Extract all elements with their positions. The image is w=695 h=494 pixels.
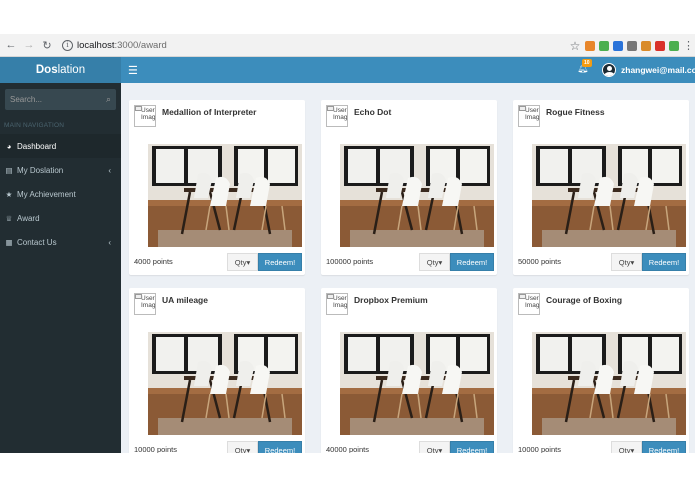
back-icon[interactable]: ← xyxy=(4,38,18,52)
sidebar-search: ⌕ xyxy=(5,89,116,110)
sidebar-item-my-doslation[interactable]: ▤ My Doslation ‹ xyxy=(0,158,121,182)
top-navbar: ☰ 🔔︎ 10 zhangwei@mail.com xyxy=(121,57,695,83)
caret-down-icon: ▾ xyxy=(630,445,635,454)
bookmark-star-icon[interactable]: ☆ xyxy=(569,39,581,53)
extensions-bar: ☆ ⋮ xyxy=(569,34,694,57)
award-points: 40000 points xyxy=(326,445,369,453)
pin-ext-icon[interactable] xyxy=(613,40,623,51)
qty-dropdown[interactable]: Qty ▾ xyxy=(227,253,258,271)
redeem-button[interactable]: Redeem! xyxy=(450,253,494,271)
sidebar-item-contact-us[interactable]: ▦ Contact Us ‹ xyxy=(0,230,121,254)
reload-icon[interactable]: ↻ xyxy=(40,38,54,52)
p-ext-icon[interactable] xyxy=(655,40,665,51)
broken-image-icon: User Image xyxy=(134,293,156,315)
pumpkin-ext-icon[interactable] xyxy=(585,40,595,51)
award-title: Echo Dot xyxy=(354,107,392,117)
award-points: 100000 points xyxy=(326,257,374,266)
wand-ext-icon[interactable] xyxy=(641,40,651,51)
award-card: User Image Echo Dot 100000 points Qty▾Redee… xyxy=(321,100,497,275)
caret-down-icon: ▾ xyxy=(246,257,251,267)
broken-image-icon: User Image xyxy=(326,105,348,127)
award-points: 10000 points xyxy=(518,445,561,453)
qty-dropdown[interactable]: Qty ▾ xyxy=(611,441,642,453)
sidebar-item-label: Contact Us xyxy=(17,237,57,247)
award-card: User Image Medallion of Interpreter 4000 p… xyxy=(129,100,305,275)
star-icon: ★ xyxy=(5,189,13,199)
notification-badge: 10 xyxy=(582,59,592,67)
award-card: User Image Courage of Boxing 10000 points Q… xyxy=(513,288,689,453)
hamburger-icon[interactable]: ☰ xyxy=(128,64,138,77)
screen-ext-icon[interactable] xyxy=(627,40,637,51)
brand-bold: Dos xyxy=(35,64,58,76)
list-icon: ▤ xyxy=(5,165,13,175)
search-input[interactable] xyxy=(10,95,106,104)
shield-ext-icon[interactable] xyxy=(599,40,609,51)
caret-down-icon: ▾ xyxy=(438,257,443,267)
qty-dropdown[interactable]: Qty ▾ xyxy=(419,253,450,271)
broken-image-icon: User Image xyxy=(518,105,540,127)
dashboard-icon: ◕ xyxy=(6,141,12,151)
broken-image-icon: User Image xyxy=(518,293,540,315)
user-email[interactable]: zhangwei@mail.com xyxy=(621,65,695,75)
qty-dropdown[interactable]: Qty ▾ xyxy=(419,441,450,453)
trophy-icon: ♕ xyxy=(5,213,13,223)
browser-menu-icon[interactable]: ⋮ xyxy=(683,39,694,52)
award-card: User Image Dropbox Premium 40000 points Qty… xyxy=(321,288,497,453)
broken-image-icon: User Image xyxy=(326,293,348,315)
table-icon: ▦ xyxy=(5,237,13,247)
award-photo xyxy=(532,332,686,435)
caret-down-icon: ▾ xyxy=(246,445,251,454)
award-photo xyxy=(532,144,686,247)
address-bar[interactable]: localhost:3000/award xyxy=(77,40,167,51)
award-card: User Image UA mileage 10000 points Qty▾Rede… xyxy=(129,288,305,453)
award-title: Rogue Fitness xyxy=(546,107,605,117)
chevron-left-icon: ‹ xyxy=(108,165,111,175)
sidebar-item-dashboard[interactable]: ◕ Dashboard xyxy=(0,134,121,158)
qty-dropdown[interactable]: Qty ▾ xyxy=(611,253,642,271)
award-photo xyxy=(340,144,494,247)
sidebar-item-award[interactable]: ♕ Award xyxy=(0,206,121,230)
brand-logo[interactable]: Dos lation xyxy=(0,57,121,83)
award-photo xyxy=(340,332,494,435)
award-title: UA mileage xyxy=(162,295,208,305)
url-path: :3000/award xyxy=(114,39,167,51)
avatar[interactable] xyxy=(602,63,616,77)
caret-down-icon: ▾ xyxy=(438,445,443,454)
app-root: Doslation ⌕ MAIN NAVIGATION ◕ Dashboard ▤ M… xyxy=(0,57,695,453)
qty-dropdown[interactable]: Qty ▾ xyxy=(227,441,258,453)
browser-toolbar: ← → ↻ i localhost:3000/award ☆ ⋮ xyxy=(0,34,695,57)
caret-down-icon: ▾ xyxy=(630,257,635,267)
sidebar-item-label: My Achievement xyxy=(17,189,76,199)
url-host: localhost xyxy=(77,39,115,51)
sidebar-menu: ◕ Dashboard ▤ My Doslation ‹ ★ My Achievement ♕… xyxy=(0,134,121,254)
sidebar-item-label: My Doslation xyxy=(17,165,64,175)
sidebar: Doslation ⌕ MAIN NAVIGATION ◕ Dashboard ▤ M… xyxy=(0,57,121,453)
menu-header: MAIN NAVIGATION xyxy=(4,122,65,129)
redeem-button[interactable]: Redeem! xyxy=(258,253,302,271)
chevron-left-icon: ‹ xyxy=(108,237,111,247)
award-points: 4000 points xyxy=(134,257,173,266)
award-title: Courage of Boxing xyxy=(546,295,623,305)
award-card: User Image Rogue Fitness 50000 points Qty▾R… xyxy=(513,100,689,275)
award-photo xyxy=(148,144,302,247)
sidebar-item-label: Dashboard xyxy=(17,141,57,151)
award-title: Medallion of Interpreter xyxy=(162,107,257,117)
forward-icon[interactable]: → xyxy=(22,38,36,52)
redeem-button[interactable]: Redeem! xyxy=(450,441,494,453)
redeem-button[interactable]: Redeem! xyxy=(258,441,302,453)
brand-light: lation xyxy=(57,64,86,76)
search-icon[interactable]: ⌕ xyxy=(106,94,111,105)
dot-ext-icon[interactable] xyxy=(669,40,679,51)
award-title: Dropbox Premium xyxy=(354,295,428,305)
redeem-button[interactable]: Redeem! xyxy=(642,253,686,271)
sidebar-item-label: Award xyxy=(17,213,40,223)
award-points: 50000 points xyxy=(518,257,561,266)
award-photo xyxy=(148,332,302,435)
info-icon[interactable]: i xyxy=(62,39,73,51)
sidebar-item-my-achievement[interactable]: ★ My Achievement xyxy=(0,182,121,206)
broken-image-icon: User Image xyxy=(134,105,156,127)
award-points: 10000 points xyxy=(134,445,177,453)
redeem-button[interactable]: Redeem! xyxy=(642,441,686,453)
